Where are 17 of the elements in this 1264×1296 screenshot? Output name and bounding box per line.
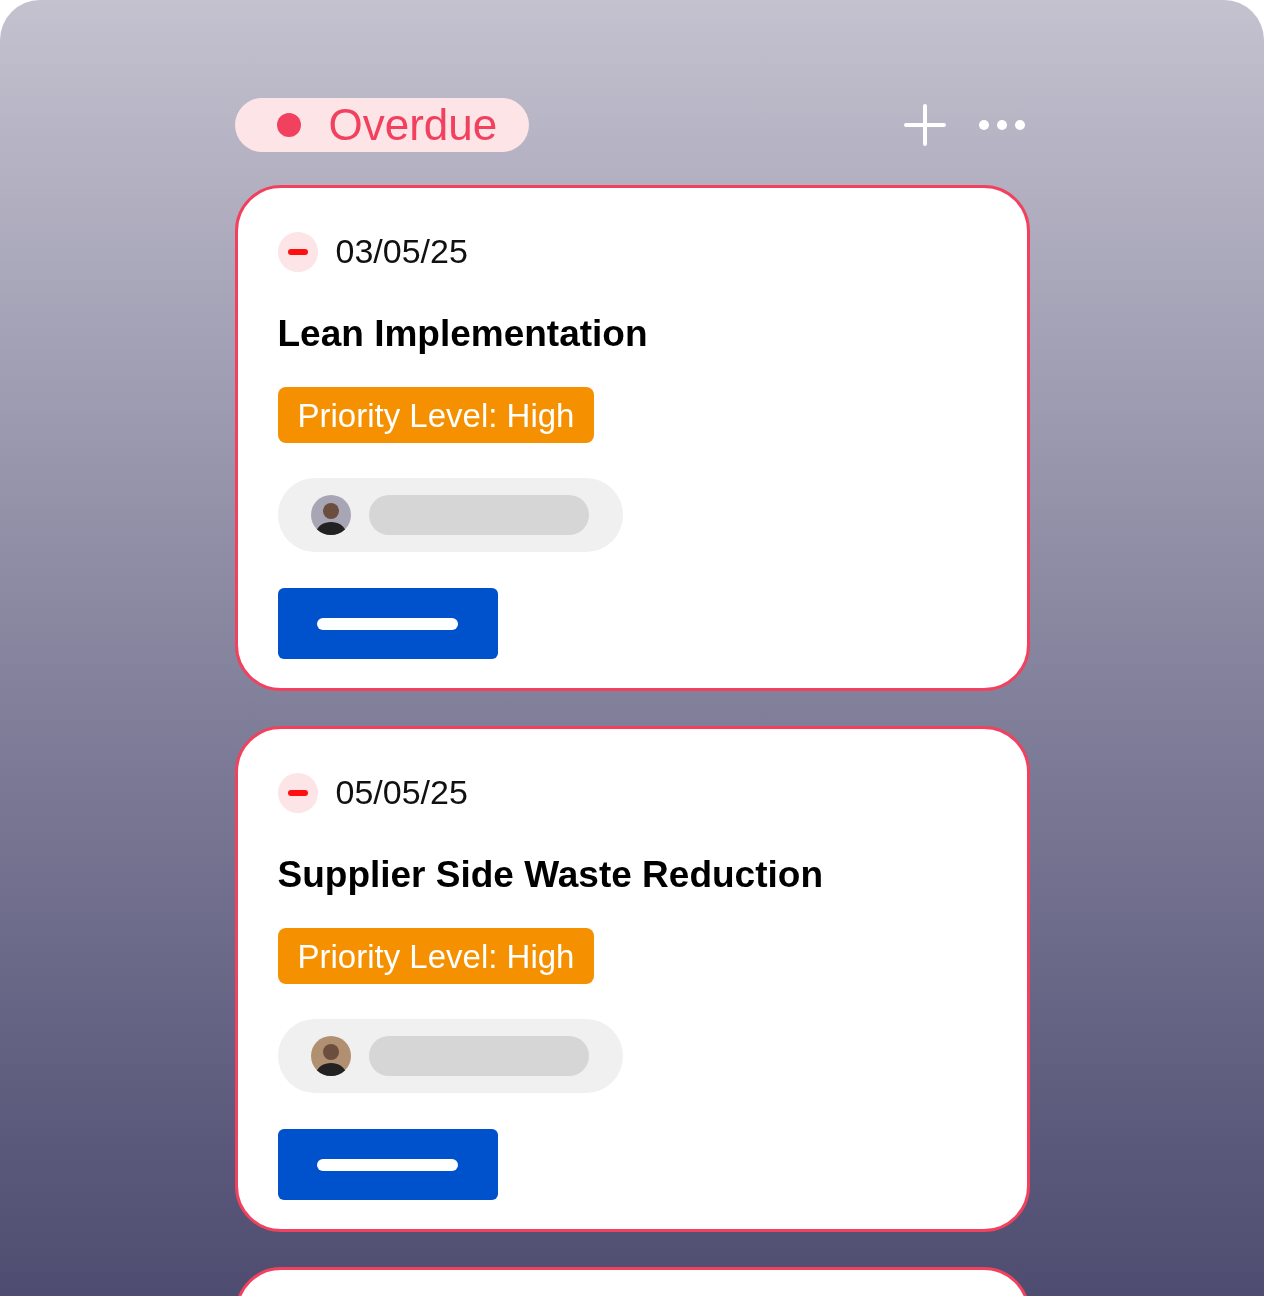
minus-icon [277,231,318,272]
column-title: Overdue [328,103,498,147]
task-card[interactable]: 03/05/25 Lean Implementation Priority Level: High [234,185,1030,691]
task-title: Supplier Side Waste Reduction [277,853,823,897]
add-icon[interactable] [903,104,946,146]
task-title: Lean Implementation [277,312,648,356]
more-icon[interactable] [977,119,1026,131]
avatar-icon [310,1036,351,1077]
avatar-icon [310,495,351,536]
due-date: 03/05/25 [335,231,468,272]
minus-icon [277,772,318,813]
task-card[interactable]: 05/05/25 Supplier Side Waste Reduction Priority Level: High [234,726,1030,1232]
priority-tag: Priority Level: High [277,928,595,985]
action-button[interactable] [277,1129,498,1201]
due-date: 05/05/25 [335,772,468,813]
priority-tag: Priority Level: High [277,387,595,444]
action-button[interactable] [277,588,498,660]
